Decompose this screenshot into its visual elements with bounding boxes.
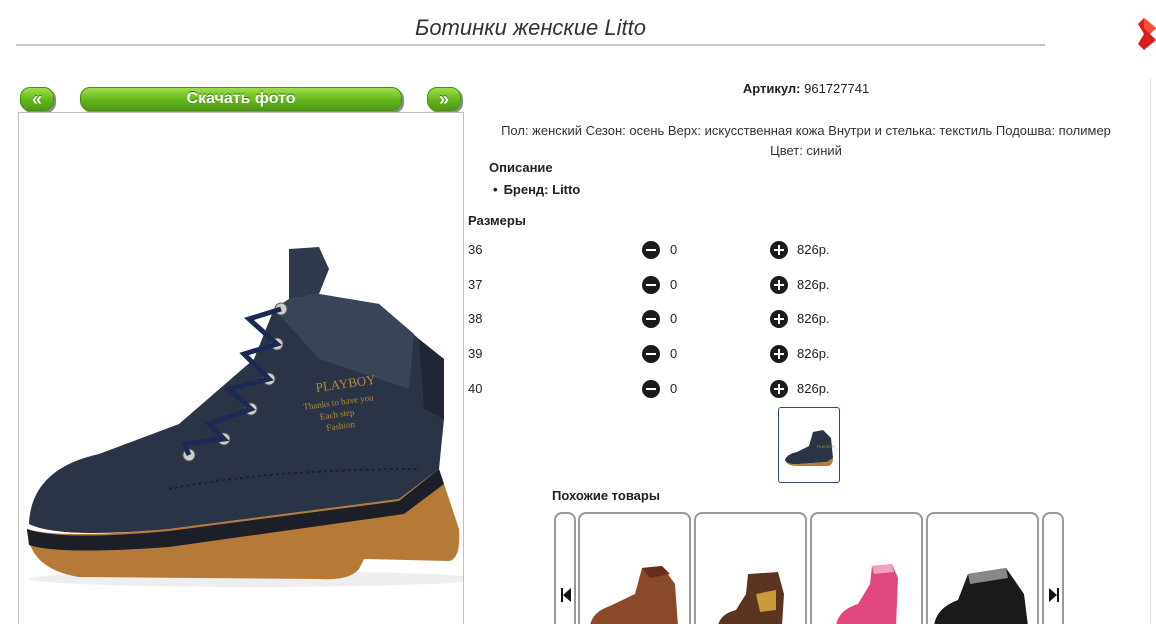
price-value: 826р. (797, 381, 830, 396)
similar-product-card[interactable] (810, 512, 923, 624)
size-row: 38 0 826р. (468, 309, 968, 329)
product-photo: PLAYBOY Thanks to have you Each step Fas… (18, 112, 464, 624)
price-value: 826р. (797, 346, 830, 361)
size-value: 36 (468, 242, 483, 257)
product-description: Пол: женский Сезон: осень Верх: искусств… (466, 121, 1146, 161)
color-line: Цвет: синий (770, 143, 842, 158)
size-row: 37 0 826р. (468, 275, 968, 295)
sizes-heading: Размеры (468, 213, 526, 228)
minus-icon[interactable] (642, 345, 660, 363)
page-title: Ботинки женские Litto (16, 12, 1045, 46)
prev-photo-button[interactable]: « (20, 87, 54, 111)
similar-product-card[interactable] (926, 512, 1039, 624)
quantity-value: 0 (670, 381, 678, 396)
carousel-next-button[interactable] (1042, 512, 1064, 624)
skip-back-icon (561, 588, 571, 602)
price-value: 826р. (797, 242, 830, 257)
size-row: 39 0 826р. (468, 344, 968, 364)
size-value: 40 (468, 381, 483, 396)
similar-product-card[interactable] (578, 512, 691, 624)
size-value: 39 (468, 346, 483, 361)
plus-icon[interactable] (770, 276, 788, 294)
size-value: 38 (468, 311, 483, 326)
svg-text:PLAYBOY: PLAYBOY (817, 444, 836, 449)
price-value: 826р. (797, 277, 830, 292)
plus-icon[interactable] (770, 380, 788, 398)
close-chevron-icon[interactable] (1138, 18, 1156, 50)
quantity-value: 0 (670, 346, 678, 361)
carousel-prev-button[interactable] (554, 512, 576, 624)
plus-icon[interactable] (770, 310, 788, 328)
quantity-value: 0 (670, 242, 678, 257)
plus-icon[interactable] (770, 345, 788, 363)
description-heading: Описание (489, 160, 553, 175)
similar-products-heading: Похожие товары (552, 488, 660, 503)
page-scrollbar[interactable] (1150, 78, 1156, 624)
brand-item: Бренд: Litto (493, 182, 581, 197)
minus-icon[interactable] (642, 276, 660, 294)
article-line: Артикул: 961727741 (466, 81, 1146, 96)
photo-thumbnail[interactable]: PLAYBOY (778, 407, 840, 483)
article-value: 961727741 (804, 81, 870, 96)
article-label: Артикул: (742, 81, 801, 96)
plus-icon[interactable] (770, 241, 788, 259)
price-value: 826р. (797, 311, 830, 326)
skip-forward-icon (1049, 588, 1059, 602)
minus-icon[interactable] (642, 241, 660, 259)
size-value: 37 (468, 277, 483, 292)
minus-icon[interactable] (642, 380, 660, 398)
quantity-value: 0 (670, 277, 678, 292)
similar-product-card[interactable] (694, 512, 807, 624)
boot-image: PLAYBOY Thanks to have you Each step Fas… (27, 247, 463, 587)
quantity-value: 0 (670, 311, 678, 326)
minus-icon[interactable] (642, 310, 660, 328)
size-row: 40 0 826р. (468, 379, 968, 399)
description-line: Пол: женский Сезон: осень Верх: искусств… (501, 123, 1111, 138)
download-photo-button[interactable]: Скачать фото (80, 87, 402, 111)
next-photo-button[interactable]: » (427, 87, 461, 111)
size-row: 36 0 826р. (468, 240, 968, 260)
